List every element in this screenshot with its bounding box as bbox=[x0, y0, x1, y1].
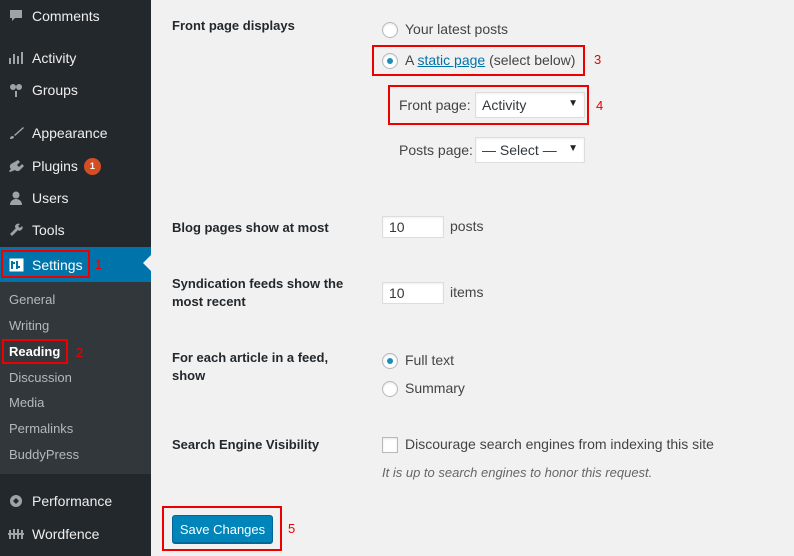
sidebar-item-plugins[interactable]: Plugins 1 bbox=[0, 150, 151, 182]
summary-radio[interactable] bbox=[382, 381, 398, 397]
annotation-number-3: 3 bbox=[594, 52, 602, 67]
full-text-radio[interactable] bbox=[382, 353, 398, 369]
user-icon bbox=[0, 191, 32, 205]
chevron-down-icon: ▼ bbox=[568, 143, 578, 154]
annotation-number-4: 4 bbox=[596, 98, 604, 113]
full-text-label[interactable]: Full text bbox=[405, 352, 454, 368]
summary-label[interactable]: Summary bbox=[405, 380, 465, 396]
sidebar-item-label: Groups bbox=[32, 82, 78, 98]
activity-icon bbox=[0, 51, 32, 65]
annotation-box-front-page bbox=[388, 85, 589, 125]
latest-posts-radio[interactable] bbox=[382, 22, 398, 38]
posts-page-select-label: Posts page: bbox=[399, 142, 473, 158]
feed-items-input[interactable]: 10 bbox=[382, 282, 444, 304]
sidebar-item-performance[interactable]: Performance bbox=[0, 485, 151, 517]
discourage-indexing-checkbox[interactable] bbox=[382, 437, 398, 453]
submenu-item-permalinks[interactable]: Permalinks bbox=[9, 421, 73, 436]
plugin-icon bbox=[0, 159, 32, 173]
sidebar-item-label: Activity bbox=[32, 50, 77, 66]
submenu-item-writing[interactable]: Writing bbox=[9, 318, 49, 333]
annotation-box-save bbox=[162, 506, 282, 551]
submenu-item-buddypress[interactable]: BuddyPress bbox=[9, 447, 79, 462]
sidebar-item-groups[interactable]: Groups bbox=[0, 74, 151, 106]
sidebar-item-label: Wordfence bbox=[32, 526, 100, 542]
performance-icon bbox=[0, 494, 32, 508]
annotation-number-5: 5 bbox=[288, 521, 296, 536]
admin-sidebar: Comments Activity Groups Appearance Plug… bbox=[0, 0, 151, 556]
sidebar-item-users[interactable]: Users bbox=[0, 182, 151, 214]
comment-icon bbox=[0, 9, 32, 23]
search-engine-label: Search Engine Visibility bbox=[172, 437, 320, 452]
submenu-item-discussion[interactable]: Discussion bbox=[9, 370, 72, 385]
annotation-box-static-page bbox=[372, 45, 585, 76]
sidebar-item-label: Tools bbox=[32, 222, 65, 238]
submenu-item-media[interactable]: Media bbox=[9, 395, 44, 410]
reading-settings-form: Front page displays Your latest posts A … bbox=[151, 0, 794, 556]
sidebar-item-label: Appearance bbox=[32, 125, 108, 141]
groups-icon bbox=[0, 83, 32, 97]
update-count-badge: 1 bbox=[83, 157, 101, 175]
annotation-box-reading bbox=[2, 339, 68, 364]
search-engine-description: It is up to search engines to honor this… bbox=[382, 465, 653, 480]
syndication-label: Syndication feeds show the most recent bbox=[172, 276, 344, 309]
sidebar-item-comments[interactable]: Comments bbox=[0, 0, 151, 32]
front-page-displays-label: Front page displays bbox=[172, 18, 295, 33]
annotation-number-1: 1 bbox=[95, 257, 103, 272]
sidebar-item-label: Comments bbox=[32, 8, 100, 24]
settings-submenu: General Writing Reading Discussion Media… bbox=[0, 282, 151, 474]
paintbrush-icon bbox=[0, 126, 32, 140]
sidebar-item-activity[interactable]: Activity bbox=[0, 42, 151, 74]
sidebar-item-label: Performance bbox=[32, 493, 113, 509]
feed-article-label: For each article in a feed, show bbox=[172, 350, 329, 383]
blog-pages-label: Blog pages show at most bbox=[172, 220, 329, 235]
sidebar-item-wordfence[interactable]: Wordfence bbox=[0, 518, 151, 550]
posts-per-page-input[interactable]: 10 bbox=[382, 216, 444, 238]
posts-page-select[interactable]: — Select — ▼ bbox=[475, 137, 585, 163]
wrench-icon bbox=[0, 223, 32, 237]
sidebar-item-label: Users bbox=[32, 190, 69, 206]
latest-posts-label[interactable]: Your latest posts bbox=[405, 21, 508, 37]
submenu-item-general[interactable]: General bbox=[9, 292, 55, 307]
items-unit-label: items bbox=[450, 284, 484, 300]
wordfence-icon bbox=[0, 528, 32, 540]
annotation-box-settings bbox=[1, 250, 90, 278]
posts-unit-label: posts bbox=[450, 218, 484, 234]
discourage-indexing-label[interactable]: Discourage search engines from indexing … bbox=[405, 436, 714, 452]
sidebar-item-label: Plugins bbox=[32, 158, 78, 174]
sidebar-item-appearance[interactable]: Appearance bbox=[0, 117, 151, 149]
sidebar-item-tools[interactable]: Tools bbox=[0, 214, 151, 246]
annotation-number-2: 2 bbox=[76, 345, 84, 360]
